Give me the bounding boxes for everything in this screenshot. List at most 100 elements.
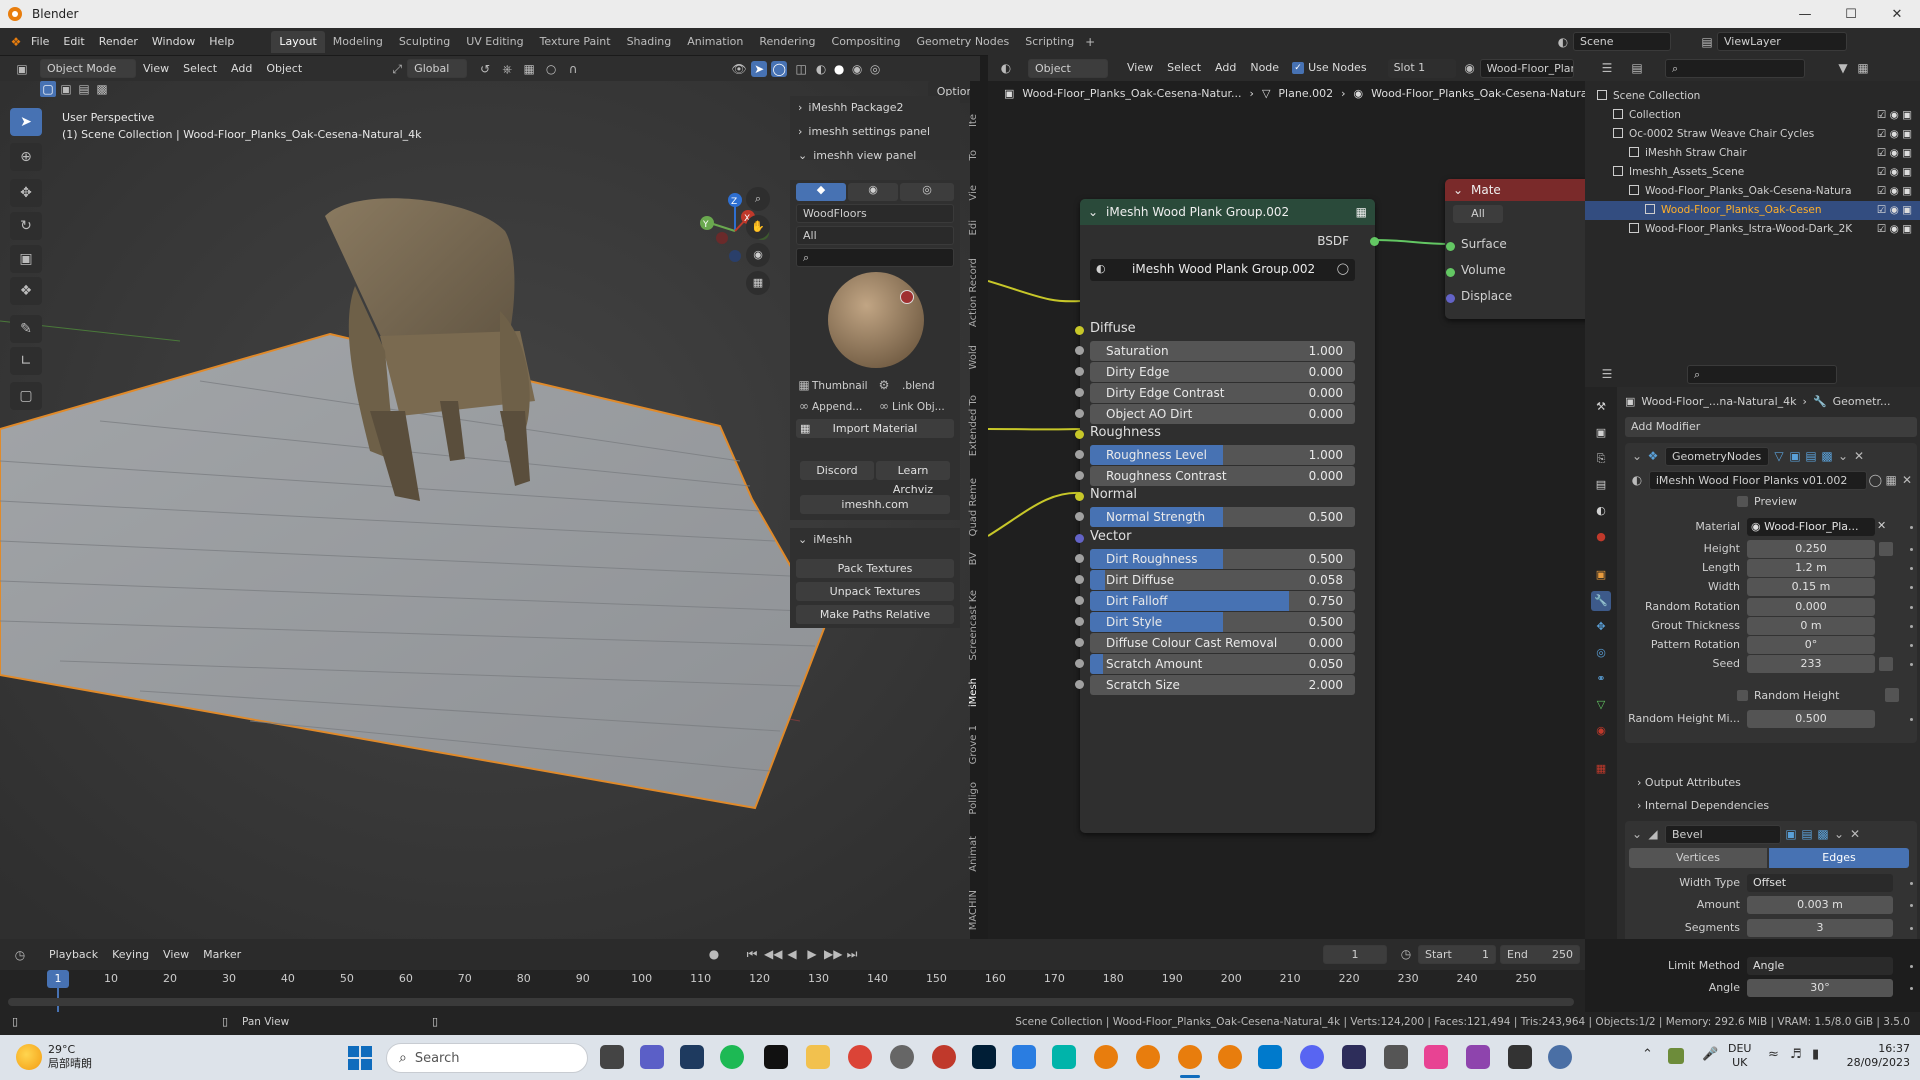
npanel-tab-view[interactable]: Vie	[968, 185, 984, 201]
seed-field[interactable]: 233	[1747, 655, 1875, 674]
weather-icon[interactable]	[16, 1044, 42, 1070]
camera-view-icon[interactable]: ◉	[746, 243, 770, 267]
category-dropdown[interactable]: WoodFloors	[796, 204, 954, 223]
height-field[interactable]: 0.250	[1747, 540, 1875, 558]
keyframe-dot[interactable]	[1910, 586, 1913, 590]
npanel-tab-action-record[interactable]: Action Record	[968, 258, 984, 327]
tab-geometry-nodes[interactable]: Geometry Nodes	[908, 31, 1017, 53]
section-imeshh-package2[interactable]: › iMeshh Package2	[790, 96, 960, 120]
mode-selector[interactable]: Object Mode	[40, 59, 136, 78]
tab-scripting[interactable]: Scripting	[1017, 31, 1082, 53]
next-keyframe-icon[interactable]: ▶▶	[824, 946, 842, 962]
jump-start-icon[interactable]: ⏮	[744, 946, 760, 962]
microphone-icon[interactable]: 🎤	[1702, 1047, 1718, 1062]
volume-icon[interactable]: ♬	[1790, 1047, 1802, 1062]
language-indicator[interactable]: DEU UK	[1728, 1042, 1751, 1070]
append-button[interactable]: ∞ Append...	[796, 398, 872, 416]
npanel-tab-animation[interactable]: Animat	[968, 836, 984, 872]
file-explorer-icon[interactable]	[806, 1045, 830, 1069]
collapse-icon[interactable]: ⌄	[1088, 199, 1098, 225]
annotate-tool-icon[interactable]: ✎	[10, 315, 42, 343]
fake-user-icon[interactable]: ◯	[1337, 262, 1349, 275]
learn-archviz-button[interactable]: Learn Archviz	[876, 461, 950, 496]
dirty-edge-contrast-socket[interactable]	[1075, 388, 1084, 397]
material-thumbnail[interactable]	[828, 272, 924, 368]
keyframe-dot[interactable]	[1910, 605, 1913, 609]
select-subtract-icon[interactable]: ▤	[76, 81, 92, 97]
blender-menu-icon[interactable]: ❖	[8, 34, 24, 50]
remove-modifier-icon[interactable]: ✕	[1851, 448, 1867, 464]
record-icon[interactable]: ●	[706, 946, 722, 962]
roughness-input-socket[interactable]	[1075, 430, 1084, 439]
asset-search-input[interactable]: ⌕	[796, 248, 954, 267]
rotate-tool-icon[interactable]: ↻	[10, 212, 42, 240]
properties-search-input[interactable]: ⌕	[1687, 364, 1837, 384]
width-field[interactable]: 0.15 m	[1747, 578, 1875, 597]
scratch-amount-slider[interactable]: Scratch Amount 0.050	[1090, 654, 1355, 674]
scratch-size-socket[interactable]	[1075, 680, 1084, 689]
outliner-row[interactable]: Imeshh_Assets_Scene ☑ ◉ ▣	[1585, 163, 1920, 182]
view-layer-tab-icon[interactable]: ▤	[1591, 475, 1611, 495]
imeshh-website-button[interactable]: imeshh.com	[800, 495, 950, 514]
menu-marker[interactable]: Marker	[196, 945, 248, 965]
world-tab-icon[interactable]: ●	[1591, 527, 1611, 547]
start-frame-field[interactable]: Start 1	[1418, 945, 1496, 964]
keyframe-dot[interactable]	[1910, 548, 1913, 551]
collapse-icon[interactable]: ⌄	[1629, 826, 1645, 842]
random-height-toggle[interactable]: Random Height	[1737, 688, 1900, 702]
materials-tab-icon[interactable]: ◉	[848, 183, 898, 201]
section-imeshh-view[interactable]: ⌄ imeshh view panel	[790, 144, 960, 168]
render-display-icon[interactable]: ▩	[1819, 448, 1835, 464]
modifier-tab-icon[interactable]: 🔧	[1591, 591, 1611, 611]
end-frame-field[interactable]: End 250	[1500, 945, 1580, 964]
roughness-level-slider[interactable]: Roughness Level 1.000	[1090, 445, 1355, 465]
blender-taskbar-icon-3[interactable]	[1218, 1045, 1242, 1069]
blend-toggle[interactable]: ⚙ .blend	[876, 377, 956, 395]
constraints-tab-icon[interactable]: ⚭	[1591, 669, 1611, 689]
normal-input-socket[interactable]	[1075, 492, 1084, 501]
app-icon-4[interactable]	[1424, 1045, 1448, 1069]
edit-mode-icon[interactable]: ▽	[1771, 448, 1787, 464]
snap-icon[interactable]: ⎈	[499, 61, 515, 77]
npanel-tab-machin3[interactable]: MACHIN	[968, 890, 984, 930]
bevel-vertices-tab[interactable]: Vertices	[1629, 848, 1767, 868]
visibility-toggles-icon[interactable]: ☑ ◉ ▣	[1877, 182, 1912, 201]
saturation-socket[interactable]	[1075, 346, 1084, 355]
dirt-style-socket[interactable]	[1075, 617, 1084, 626]
unlink-icon[interactable]: ✕	[1899, 472, 1915, 488]
outliner-row[interactable]: Collection ☑ ◉ ▣	[1585, 106, 1920, 125]
npanel-tab-wold[interactable]: Wold	[968, 345, 984, 370]
scene-selector[interactable]: Scene	[1573, 32, 1671, 51]
outliner-row[interactable]: Wood-Floor_Planks_Istra-Wood-Dark_2K ☑ ◉ …	[1585, 220, 1920, 239]
outliner-row[interactable]: Wood-Floor_Planks_Oak-Cesena-Natura ☑ ◉ ▣	[1585, 182, 1920, 201]
select-box-tool-icon[interactable]: ➤	[10, 108, 42, 136]
tray-overflow-icon[interactable]: ⌃	[1642, 1047, 1653, 1062]
object-ao-dirt-socket[interactable]	[1075, 409, 1084, 418]
scratch-amount-socket[interactable]	[1075, 659, 1084, 668]
material-output-node[interactable]: ⌄ Mate All Surface Volume Displace	[1445, 179, 1605, 319]
render-display-icon[interactable]: ▩	[1815, 826, 1831, 842]
hdri-tab-icon[interactable]: ◎	[900, 183, 954, 201]
menu-keying[interactable]: Keying	[105, 945, 156, 965]
shading-wireframe-icon[interactable]: ◐	[813, 61, 829, 77]
keyframe-dot[interactable]	[1910, 526, 1913, 529]
unpack-textures-button[interactable]: Unpack Textures	[796, 582, 954, 601]
visibility-toggles-icon[interactable]: ☑ ◉ ▣	[1877, 163, 1912, 182]
perspective-toggle-icon[interactable]: ▦	[746, 271, 770, 295]
menu-playback[interactable]: Playback	[42, 945, 105, 965]
viewport-display-icon[interactable]: ▤	[1803, 448, 1819, 464]
viewport-display-icon[interactable]: ▤	[1799, 826, 1815, 842]
snap-target-icon[interactable]: ▦	[521, 61, 537, 77]
keyframe-dot[interactable]	[1910, 663, 1913, 667]
link-object-button[interactable]: ∞ Link Obj...	[876, 398, 956, 416]
volume-input-socket[interactable]	[1446, 268, 1455, 277]
gizmo-icon[interactable]: ➤	[751, 60, 768, 77]
prev-keyframe-icon[interactable]: ◀◀	[764, 946, 782, 962]
npanel-tab-edit[interactable]: Edi	[968, 220, 984, 235]
jump-end-icon[interactable]: ⏭	[844, 946, 860, 962]
render-tab-icon[interactable]: ▣	[1591, 423, 1611, 443]
clear-material-icon[interactable]: ✕	[1877, 519, 1886, 532]
dirty-edge-contrast-slider[interactable]: Dirty Edge Contrast 0.000	[1090, 383, 1355, 403]
visibility-toggles-icon[interactable]: ☑ ◉ ▣	[1877, 220, 1912, 239]
diffuse-colour-cast-removal-socket[interactable]	[1075, 638, 1084, 647]
